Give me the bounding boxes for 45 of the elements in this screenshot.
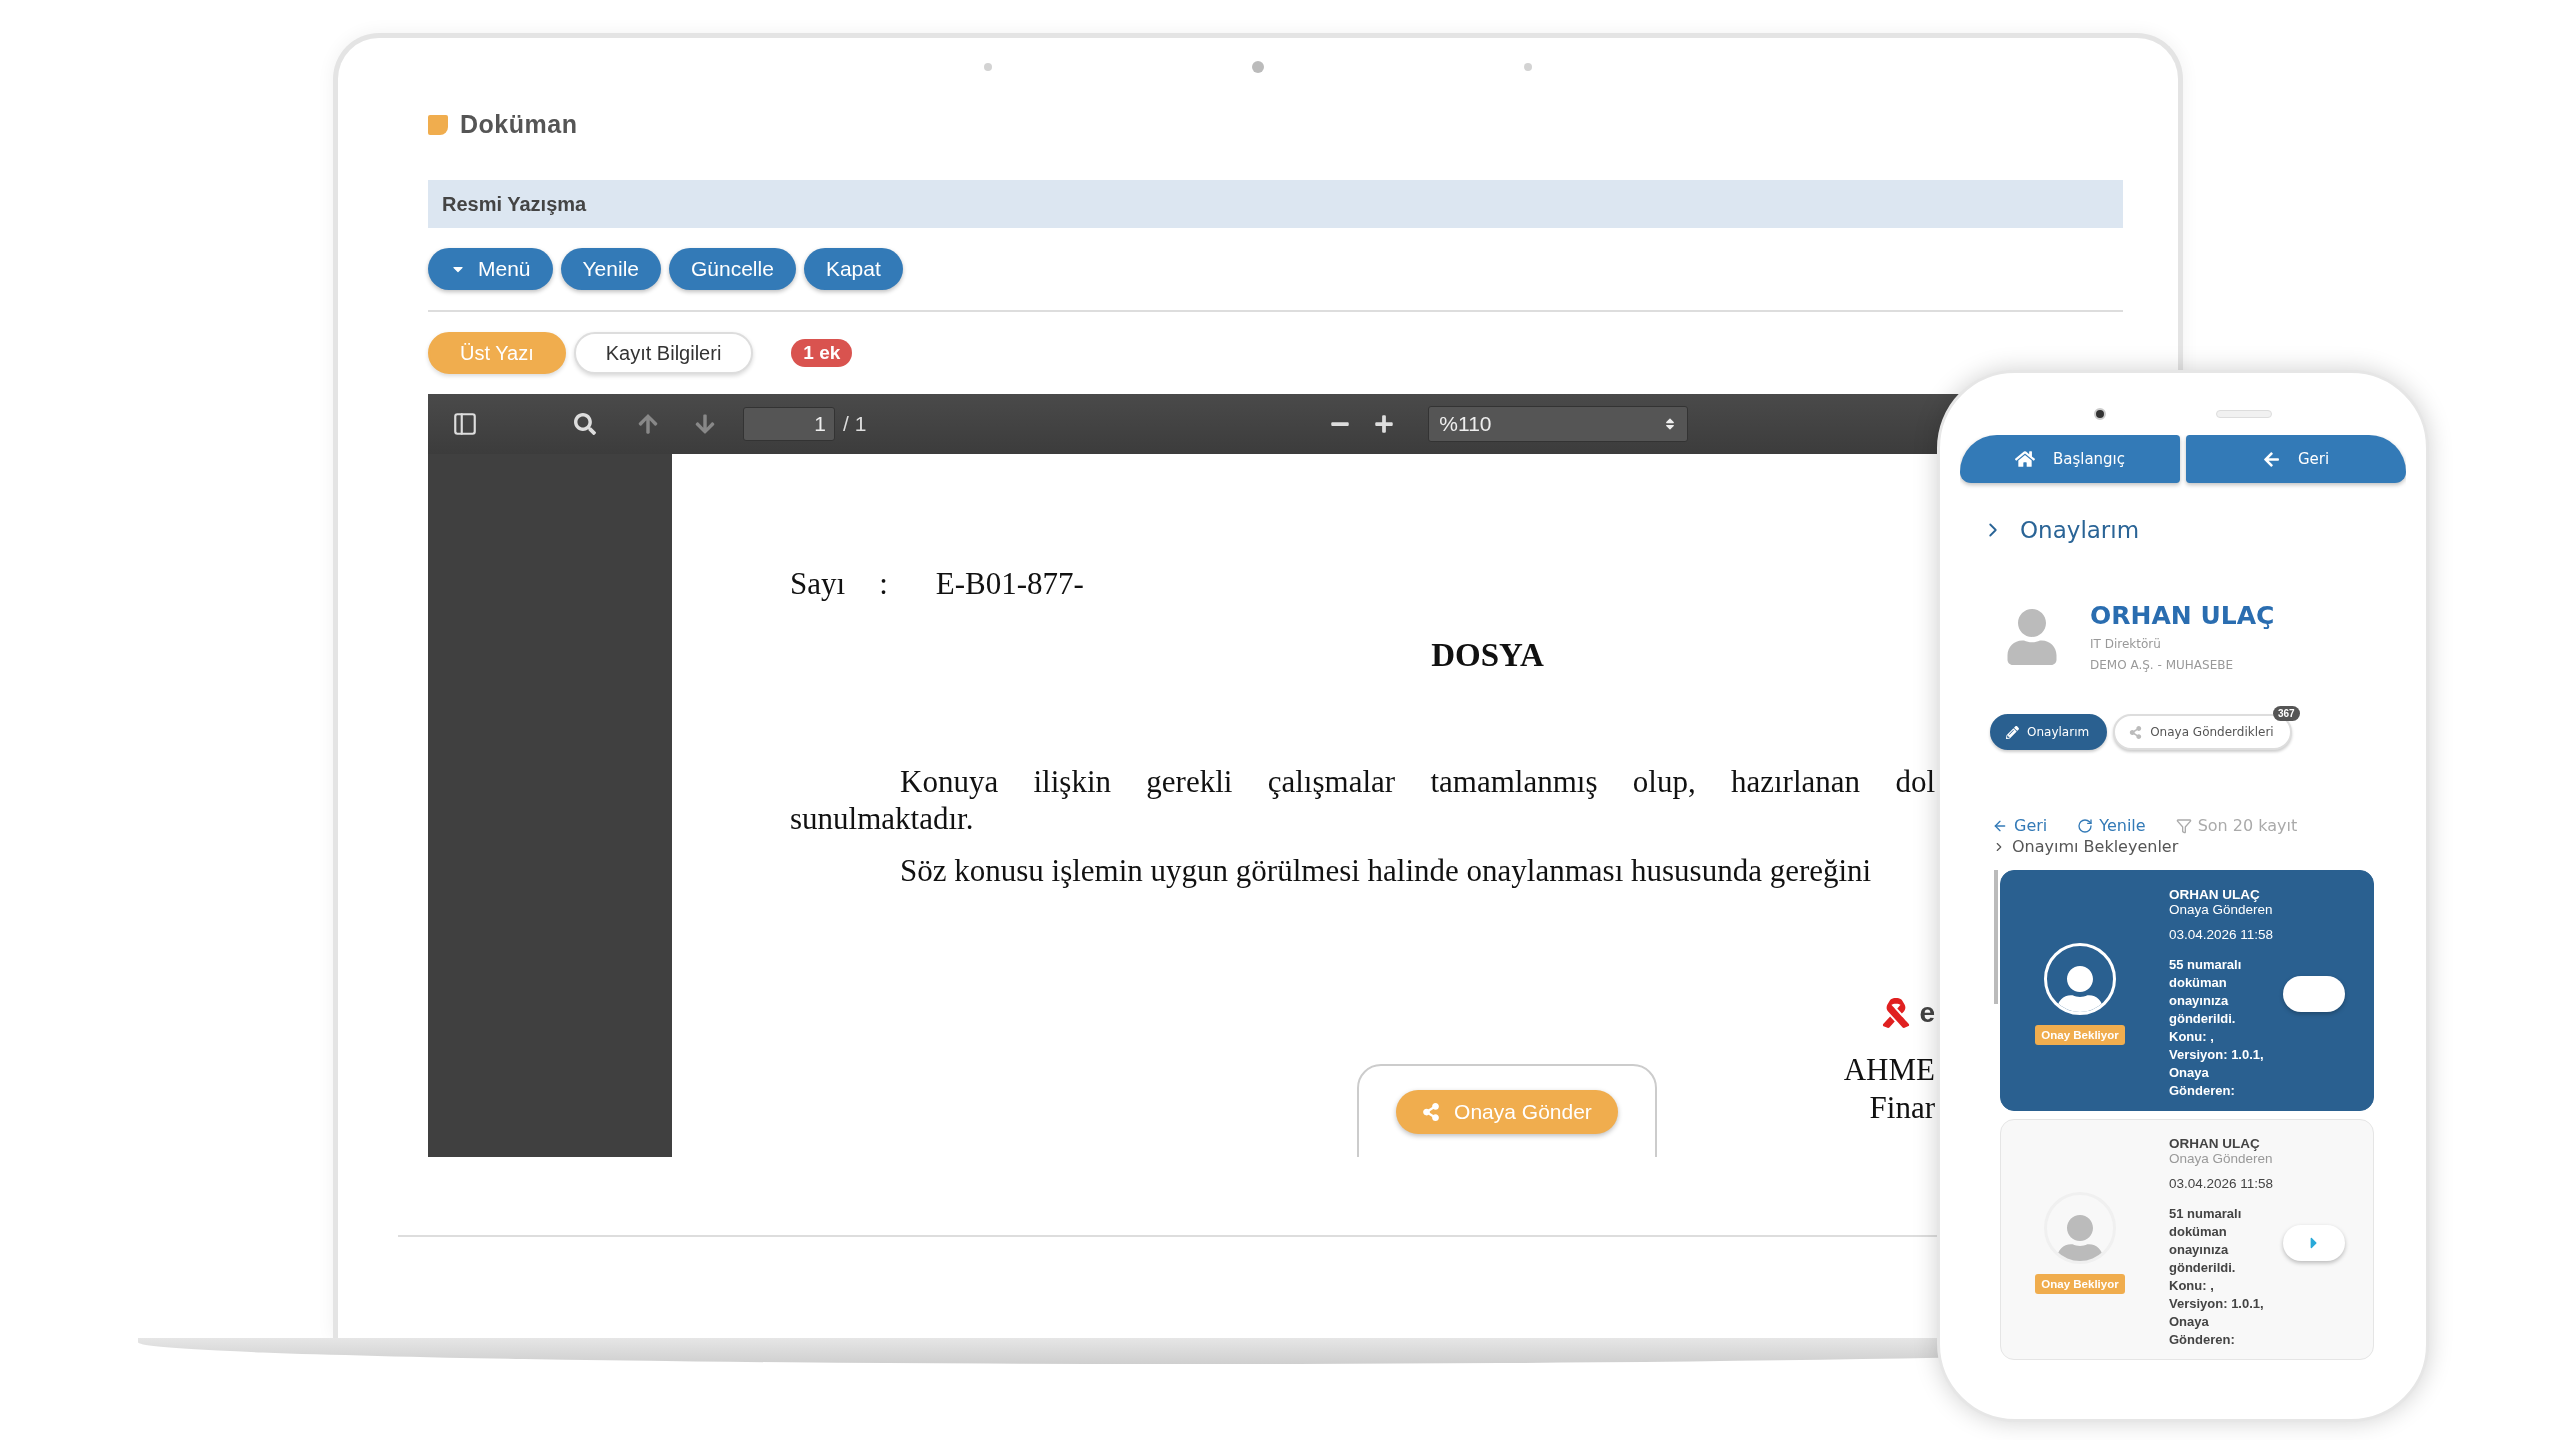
sender-name: ORHAN ULAÇ xyxy=(2169,887,2261,902)
paragraph-line: sunulmaktadır. xyxy=(790,800,975,837)
sender-role: Onaya Gönderen xyxy=(2169,1151,2273,1166)
colon: : xyxy=(879,566,888,602)
zoom-select[interactable]: %110 xyxy=(1428,406,1689,442)
logo-letter: e xyxy=(1919,997,1935,1029)
document-number: E-B01-877- xyxy=(935,566,1084,602)
action-button[interactable]: Güncelle xyxy=(669,248,796,290)
count-badge: 367 xyxy=(2273,706,2300,721)
filter-tab[interactable]: Onaylarım xyxy=(1990,714,2108,750)
page-title: Doküman xyxy=(460,110,578,139)
section-title: Resmi Yazışma xyxy=(428,180,2123,228)
tab[interactable]: Kayıt Bilgileri xyxy=(573,332,754,374)
page-count: / 1 xyxy=(843,412,867,436)
status-badge: Onay Bekliyor xyxy=(2035,1024,2125,1045)
user-name: ORHAN ULAÇ xyxy=(2090,601,2275,630)
toolbar-link[interactable]: Geri xyxy=(1992,816,2048,835)
menu-button[interactable]: Menü xyxy=(428,248,553,290)
number-label: Sayı xyxy=(790,566,846,602)
nav-button[interactable]: Başlangıç xyxy=(1960,435,2180,483)
sender-role: Onaya Gönderen xyxy=(2169,902,2273,917)
approval-message: 55 numaralı doküman onayınıza gönderildi. Konu: , Versiyon: 1.0.1, Onaya Gönderen: xyxy=(2169,956,2265,1100)
document-heading: DOSYA xyxy=(1430,637,1545,674)
page-number-field[interactable]: 1 xyxy=(743,407,835,441)
toolbar-link[interactable]: Yenile xyxy=(2077,816,2146,835)
action-button[interactable]: Kapat xyxy=(803,248,903,290)
status-badge: Onay Bekliyor xyxy=(2035,1273,2125,1294)
action-button[interactable]: Yenile xyxy=(560,248,661,290)
signature-line: Finar xyxy=(1869,1089,1935,1127)
sent-date: 03.04.2026 11:58 xyxy=(2169,927,2273,942)
sender-name: ORHAN ULAÇ xyxy=(2169,1136,2261,1151)
user-company: DEMO A.Ş. - MUHASEBE xyxy=(2090,658,2235,672)
signature-line: AHME xyxy=(1843,1051,1935,1089)
section-heading: Onaylarım xyxy=(2020,517,2140,543)
paragraph-line: Söz konusu işlemin uygun görülmesi halinde onaylanması hususunda gereğini xyxy=(899,852,1873,889)
approval-message: 51 numaralı doküman onayınıza gönderildi. Konu: , Versiyon: 1.0.1, Onaya Gönderen: xyxy=(2169,1205,2265,1349)
attachment-count-badge: 1 ek xyxy=(791,339,853,367)
toolbar-link[interactable]: Son 20 kayıt xyxy=(2175,816,2298,835)
nav-button[interactable]: Geri xyxy=(2186,435,2406,483)
sent-date: 03.04.2026 11:58 xyxy=(2169,1176,2273,1191)
approval-card[interactable]: Onay Bekliyor ORHAN ULAÇ Onaya Gönderen 03.04.2026 11:58 55 numaralı doküman onayınıza gönderildi. Konu: , Versiyon: 1.0.1, Onaya Gönderen: xyxy=(2000,870,2374,1111)
user-title: IT Direktörü xyxy=(2090,637,2162,651)
list-title: Onayımı Bekleyenler xyxy=(2012,837,2179,856)
approval-card[interactable]: Onay Bekliyor ORHAN ULAÇ Onaya Gönderen 03.04.2026 11:58 51 numaralı doküman onayınıza gönderildi. Konu: , Versiyon: 1.0.1, Onaya Gönderen: xyxy=(2000,1119,2374,1360)
paragraph-line: Konuya ilişkin gerekli çalışmalar tamamlanmış olup, hazırlanan dol xyxy=(899,763,1935,800)
